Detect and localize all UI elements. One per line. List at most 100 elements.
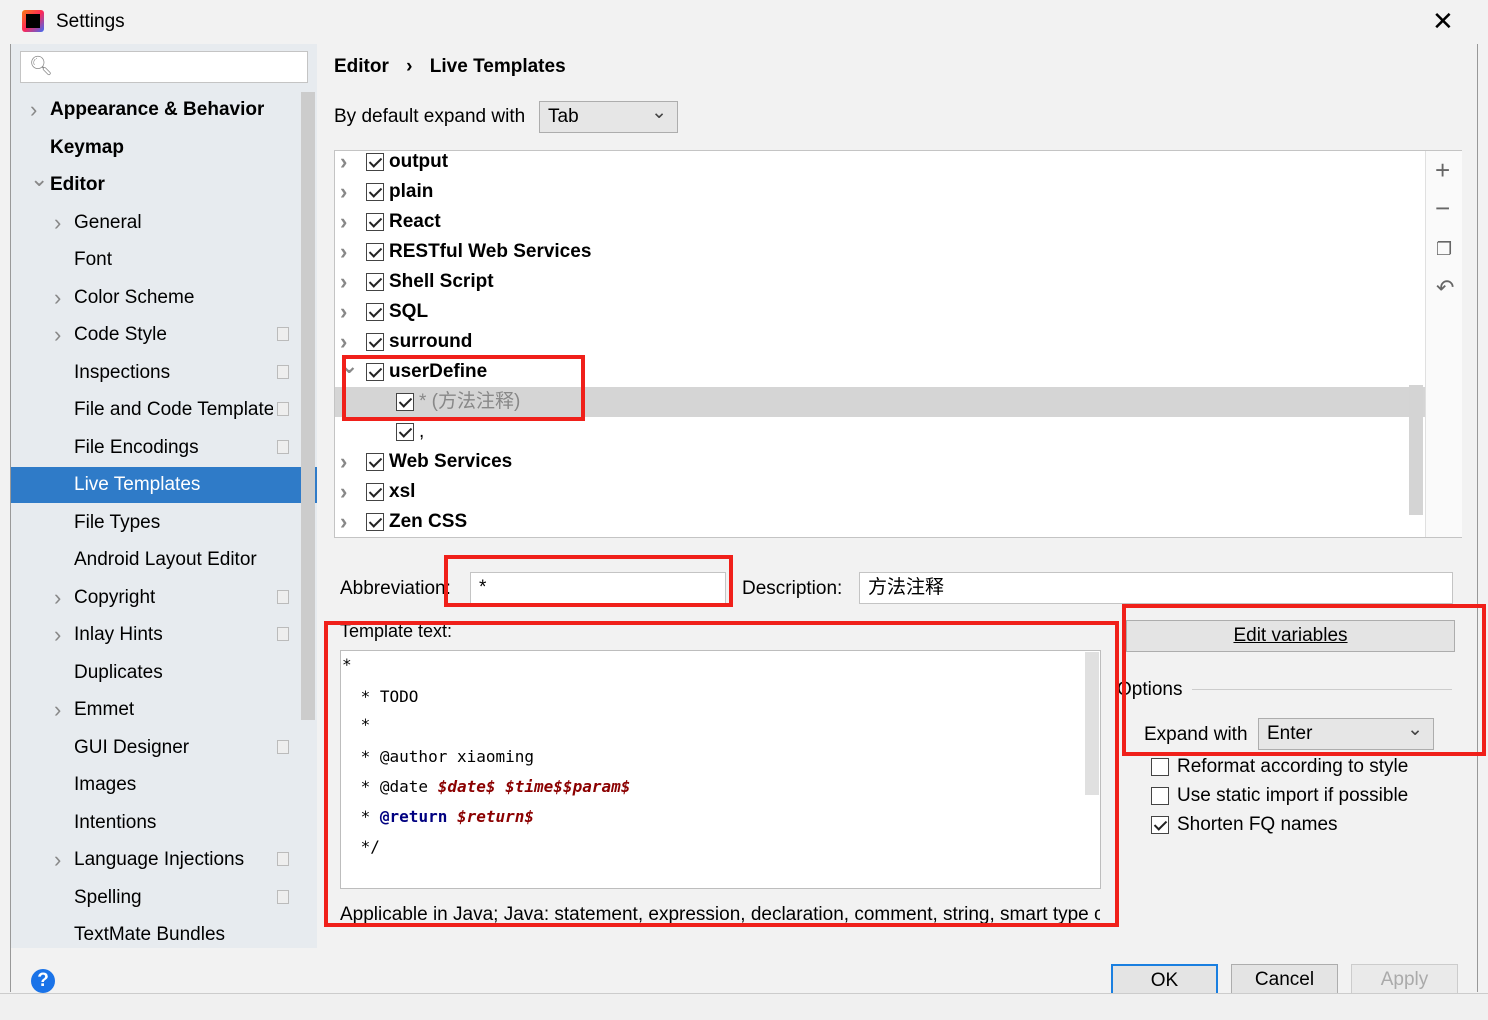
sidebar-item-gui-designer[interactable]: GUI Designer [11, 730, 317, 766]
search-input[interactable]: 🔍︎ [20, 51, 308, 83]
sidebar-item-keymap[interactable]: Keymap [11, 130, 317, 166]
sidebar-item-spelling[interactable]: Spelling [11, 880, 317, 916]
sidebar-item-font[interactable]: Font [11, 242, 317, 278]
editor-scrollbar[interactable] [1085, 652, 1099, 795]
ok-button[interactable]: OK [1111, 964, 1218, 996]
checkbox[interactable] [366, 483, 384, 501]
sidebar-item-label: Appearance & Behavior [50, 99, 265, 120]
sidebar-item-images[interactable]: Images [11, 767, 317, 803]
breadcrumb-current: Live Templates [429, 56, 566, 77]
checkbox[interactable] [366, 363, 384, 381]
checkbox[interactable] [396, 423, 414, 441]
checkbox[interactable] [366, 333, 384, 351]
chevron-right-icon[interactable]: › [54, 617, 61, 653]
sidebar-item-file-encodings[interactable]: File Encodings [11, 430, 317, 466]
sidebar-item-code-style[interactable]: › Code Style [11, 317, 317, 353]
add-icon[interactable]: + [1435, 155, 1450, 186]
chevron-right-icon[interactable]: › [340, 147, 347, 177]
sidebar-item-inlay-hints[interactable]: › Inlay Hints [11, 617, 317, 653]
chevron-down-icon[interactable]: ⌄ [30, 161, 48, 197]
checkbox[interactable] [1151, 787, 1169, 805]
undo-icon[interactable]: ↶ [1436, 275, 1454, 301]
sidebar-item-language-injections[interactable]: › Language Injections [11, 842, 317, 878]
chevron-down-icon[interactable]: ⌄ [340, 351, 358, 381]
chevron-right-icon[interactable]: › [54, 280, 61, 316]
checkbox[interactable] [366, 513, 384, 531]
template-group[interactable]: › surround [335, 327, 1425, 357]
chevron-right-icon[interactable]: › [340, 297, 347, 327]
checkbox[interactable] [1151, 758, 1169, 776]
template-text-editor[interactable]: * * TODO * * @author xiaoming * @date $d… [340, 650, 1101, 889]
tree-scrollbar[interactable] [1409, 385, 1423, 515]
applicable-context-link[interactable]: Applicable in Java; Java: statement, exp… [340, 904, 1100, 926]
chevron-right-icon[interactable]: › [54, 205, 61, 241]
checkbox[interactable] [396, 393, 414, 411]
sidebar-scrollbar[interactable] [301, 92, 315, 720]
edit-variables-button[interactable]: Edit variables [1126, 620, 1455, 652]
sidebar-item-android-layout-editor[interactable]: Android Layout Editor [11, 542, 317, 578]
template-group[interactable]: › Web Services [335, 447, 1425, 477]
checkbox[interactable] [366, 153, 384, 171]
description-input[interactable]: 方法注释 [859, 572, 1453, 604]
chevron-right-icon[interactable]: › [340, 507, 347, 537]
chevron-right-icon[interactable]: › [340, 177, 347, 207]
breadcrumb-parent[interactable]: Editor [334, 56, 389, 77]
remove-icon[interactable]: − [1435, 193, 1450, 224]
sidebar-item-editor[interactable]: ⌄ Editor [11, 166, 317, 203]
sidebar-item-label: Font [74, 249, 113, 270]
sidebar-item-general[interactable]: › General [11, 205, 317, 241]
template-group[interactable]: › Shell Script [335, 267, 1425, 297]
abbreviation-input[interactable]: * [470, 572, 726, 604]
sidebar-item-emmet[interactable]: › Emmet [11, 692, 317, 728]
sidebar-item-copyright[interactable]: › Copyright [11, 580, 317, 616]
sidebar-item-file-and-code-templates[interactable]: File and Code Templates [11, 392, 317, 428]
template-group[interactable]: › xsl [335, 477, 1425, 507]
option-checkbox[interactable]: Use static import if possible [1151, 781, 1451, 811]
sidebar-item-color-scheme[interactable]: › Color Scheme [11, 280, 317, 316]
chevron-right-icon[interactable]: › [54, 842, 61, 878]
template-group[interactable]: › output [335, 147, 1425, 177]
option-checkbox[interactable]: Reformat according to style [1151, 752, 1451, 782]
close-icon[interactable]: ✕ [1432, 6, 1454, 37]
sidebar-item-live-templates[interactable]: Live Templates [11, 467, 317, 503]
checkbox[interactable] [366, 453, 384, 471]
chevron-right-icon[interactable]: › [30, 92, 37, 128]
template-item[interactable]: , [335, 417, 1425, 447]
chevron-right-icon[interactable]: › [340, 207, 347, 237]
template-group[interactable]: › RESTful Web Services [335, 237, 1425, 267]
chevron-right-icon[interactable]: › [340, 477, 347, 507]
sidebar-item-textmate-bundles[interactable]: TextMate Bundles [11, 917, 317, 953]
checkbox[interactable] [1151, 816, 1169, 834]
expand-with-select[interactable]: Enter [1258, 715, 1434, 750]
copy-icon[interactable]: ❐ [1436, 239, 1452, 260]
sidebar-item-duplicates[interactable]: Duplicates [11, 655, 317, 691]
checkbox[interactable] [366, 213, 384, 231]
cancel-button[interactable]: Cancel [1231, 964, 1338, 996]
checkbox[interactable] [366, 183, 384, 201]
template-group[interactable]: › plain [335, 177, 1425, 207]
template-group[interactable]: › React [335, 207, 1425, 237]
apply-button[interactable]: Apply [1351, 964, 1458, 996]
template-group[interactable]: › SQL [335, 297, 1425, 327]
chevron-right-icon[interactable]: › [54, 692, 61, 728]
option-checkbox[interactable]: Shorten FQ names [1151, 810, 1451, 840]
checkbox[interactable] [366, 243, 384, 261]
chevron-right-icon[interactable]: › [340, 447, 347, 477]
checkbox[interactable] [366, 303, 384, 321]
description-label: Description: [742, 578, 843, 599]
template-group[interactable]: › Zen CSS [335, 507, 1425, 537]
expand-default-select[interactable]: Tab [539, 98, 678, 133]
sidebar-item-intentions[interactable]: Intentions [11, 805, 317, 841]
chevron-right-icon[interactable]: › [54, 317, 61, 353]
template-group[interactable]: ⌄ userDefine [335, 353, 1425, 387]
sidebar-item-label: Code Style [74, 324, 167, 345]
chevron-right-icon[interactable]: › [340, 267, 347, 297]
help-icon[interactable]: ? [31, 969, 55, 993]
checkbox[interactable] [366, 273, 384, 291]
chevron-right-icon[interactable]: › [54, 580, 61, 616]
sidebar-item-appearance-behavior[interactable]: › Appearance & Behavior [11, 92, 317, 128]
sidebar-item-file-types[interactable]: File Types [11, 505, 317, 541]
template-item[interactable]: * (方法注释) [335, 387, 1425, 417]
chevron-right-icon[interactable]: › [340, 237, 347, 267]
sidebar-item-inspections[interactable]: Inspections [11, 355, 317, 391]
